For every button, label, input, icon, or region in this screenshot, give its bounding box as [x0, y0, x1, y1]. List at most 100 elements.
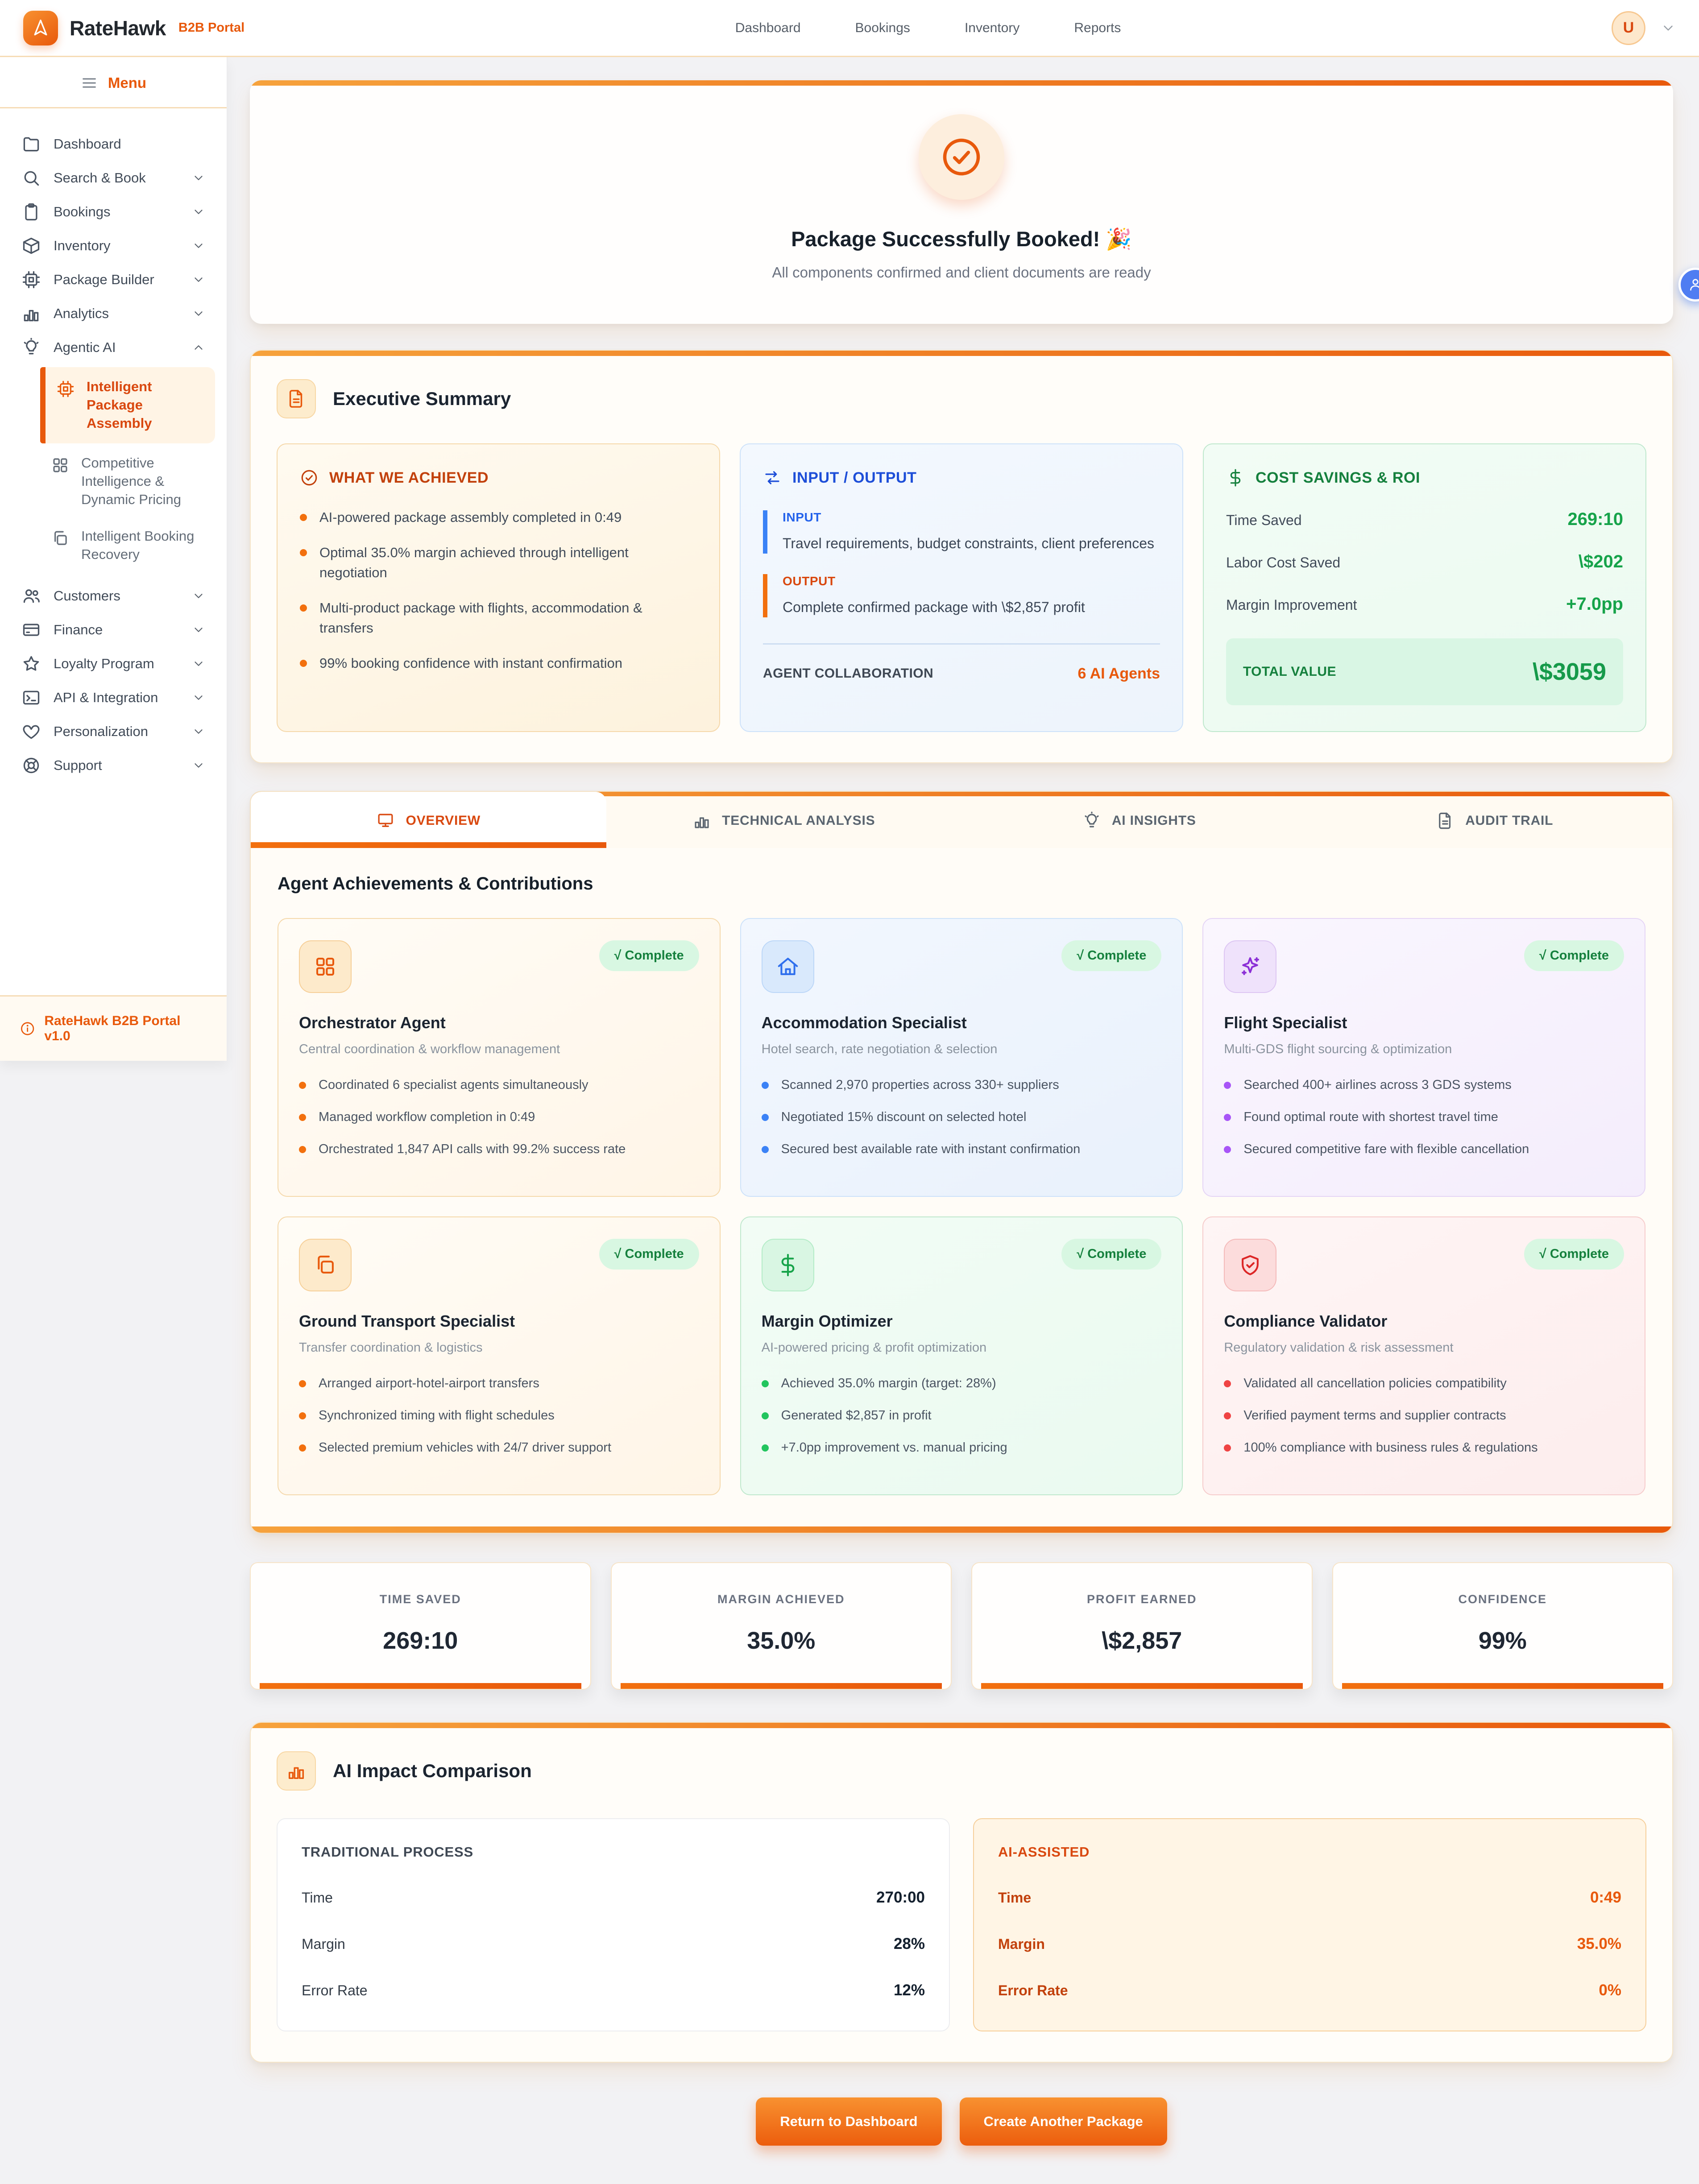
tab-label: OVERVIEW [406, 813, 481, 828]
tab-audit-trail[interactable]: AUDIT TRAIL [1317, 792, 1673, 848]
savings-value: 269:10 [1567, 509, 1623, 529]
bar-chart-icon [21, 304, 41, 323]
input-label: INPUT [783, 510, 1160, 525]
bullet-dot [762, 1082, 769, 1089]
impact-row-label: Time [302, 1890, 333, 1906]
achievements-list: AI-powered package assembly completed in… [300, 508, 697, 674]
sidebar-item-label: Analytics [54, 306, 179, 322]
dollar-icon [776, 1253, 800, 1277]
dollar-icon [1226, 468, 1245, 487]
metric-label: MARGIN ACHIEVED [621, 1592, 942, 1606]
metric-label: CONFIDENCE [1342, 1592, 1664, 1606]
savings-label: Margin Improvement [1226, 597, 1357, 613]
agent-title: Accommodation Specialist [762, 1013, 1162, 1032]
executive-summary-section: Executive Summary WHAT WE ACHIEVED AI-po… [250, 350, 1673, 763]
sparkles-icon [1238, 955, 1262, 979]
sidebar-item-label: Package Builder [54, 272, 179, 288]
ai-impact-section: AI Impact Comparison TRADITIONAL PROCESS… [250, 1722, 1673, 2063]
nav-item-dashboard[interactable]: Dashboard [735, 21, 801, 36]
return-to-dashboard-button[interactable]: Return to Dashboard [756, 2097, 941, 2146]
sidebar-item-loyalty-program[interactable]: Loyalty Program [12, 647, 215, 681]
metrics-row: TIME SAVED269:10MARGIN ACHIEVED35.0%PROF… [250, 1562, 1673, 1690]
nav-item-bookings[interactable]: Bookings [855, 21, 910, 36]
agent-bullet-text: Arranged airport-hotel-airport transfers [319, 1374, 539, 1393]
bullet-dot [1224, 1444, 1231, 1452]
agent-bullet-item: Found optimal route with shortest travel… [1224, 1108, 1624, 1126]
sidebar-item-intelligent-package-assembly[interactable]: Intelligent Package Assembly [40, 367, 215, 443]
achievement-text: Multi-product package with flights, acco… [319, 598, 697, 638]
agent-subtitle: Central coordination & workflow manageme… [299, 1042, 699, 1057]
complete-badge: √ Complete [1061, 940, 1161, 971]
avatar[interactable]: U [1612, 11, 1645, 45]
impact-row-time: Time270:00 [302, 1889, 925, 1907]
impact-row-label: Error Rate [998, 1982, 1068, 1999]
heart-icon [21, 722, 41, 741]
logo-icon [31, 18, 50, 38]
input-text: Travel requirements, budget constraints,… [783, 534, 1160, 554]
sidebar-menu-label: Menu [108, 74, 146, 91]
user-menu[interactable]: U [1612, 11, 1676, 45]
tab-overview[interactable]: OVERVIEW [251, 792, 606, 848]
create-another-package-button[interactable]: Create Another Package [960, 2097, 1167, 2146]
traditional-process-card: TRADITIONAL PROCESS Time270:00Margin28%E… [277, 1818, 950, 2031]
metric-label: PROFIT EARNED [981, 1592, 1303, 1606]
app-root: RateHawk B2B Portal Dashboard Bookings Inv… [0, 0, 1699, 2184]
nav-item-reports[interactable]: Reports [1074, 21, 1121, 36]
sidebar-item-label: Intelligent Booking Recovery [81, 527, 204, 564]
pages-icon [313, 1253, 337, 1277]
sidebar-submenu-agentic-ai: Intelligent Package AssemblyCompetitive … [12, 364, 215, 579]
impact-row-label: Error Rate [302, 1982, 368, 1999]
sidebar-item-finance[interactable]: Finance [12, 613, 215, 647]
nav-item-inventory[interactable]: Inventory [965, 21, 1019, 36]
check-circle-icon [939, 135, 984, 179]
sidebar-item-personalization[interactable]: Personalization [12, 715, 215, 749]
agent-card-head: √ Complete [299, 1239, 699, 1291]
impact-row-value: 28% [894, 1935, 925, 1953]
sidebar-item-competitive-intelligence-dynamic-pricing[interactable]: Competitive Intelligence & Dynamic Prici… [40, 446, 215, 517]
metric-card-margin-achieved: MARGIN ACHIEVED35.0% [611, 1562, 952, 1690]
tab-technical-analysis[interactable]: TECHNICAL ANALYSIS [606, 792, 962, 848]
impact-row-value: 0% [1599, 1981, 1621, 1999]
tab-label: AUDIT TRAIL [1465, 813, 1553, 828]
input-block: INPUT Travel requirements, budget constr… [763, 510, 1160, 554]
output-text: Complete confirmed package with \$2,857 … [783, 597, 1160, 617]
sidebar-menu-toggle[interactable]: Menu [0, 57, 227, 108]
savings-row-labor-cost-saved: Labor Cost Saved\$202 [1226, 552, 1623, 572]
ai-assisted-rows: Time0:49Margin35.0%Error Rate0% [998, 1889, 1621, 1999]
sidebar-item-support[interactable]: Support [12, 749, 215, 782]
sidebar-item-label: Bookings [54, 204, 179, 220]
sidebar-item-package-builder[interactable]: Package Builder [12, 263, 215, 297]
metric-bottom-accent [260, 1683, 581, 1689]
sidebar-item-analytics[interactable]: Analytics [12, 297, 215, 331]
agent-bullets: Achieved 35.0% margin (target: 28%)Gener… [762, 1374, 1162, 1457]
brand[interactable]: RateHawk B2B Portal [23, 11, 244, 46]
sidebar-item-inventory[interactable]: Inventory [12, 229, 215, 263]
bullet-dot [762, 1444, 769, 1452]
metric-label: TIME SAVED [260, 1592, 581, 1606]
check-circle-icon [300, 468, 319, 487]
sidebar-item-search-book[interactable]: Search & Book [12, 161, 215, 195]
executive-top-accent [251, 351, 1672, 356]
lightbulb-icon [21, 338, 41, 357]
agent-chip [299, 1239, 352, 1291]
sidebar-item-dashboard[interactable]: Dashboard [12, 127, 215, 161]
sidebar-item-api-integration[interactable]: API & Integration [12, 681, 215, 715]
cpu-icon [56, 380, 75, 398]
sidebar-item-bookings[interactable]: Bookings [12, 195, 215, 229]
agent-title: Margin Optimizer [762, 1312, 1162, 1331]
sidebar-item-customers[interactable]: Customers [12, 579, 215, 613]
chevron-down-icon [192, 205, 205, 219]
agent-subtitle: Regulatory validation & risk assessment [1224, 1340, 1624, 1355]
sidebar-item-agentic-ai[interactable]: Agentic AI [12, 331, 215, 364]
agent-bullet-text: Synchronized timing with flight schedule… [319, 1406, 555, 1425]
agent-bullet-text: Secured competitive fare with flexible c… [1243, 1140, 1529, 1158]
tab-ai-insights[interactable]: AI INSIGHTS [961, 792, 1317, 848]
agent-title: Compliance Validator [1224, 1312, 1624, 1331]
savings-row-margin-improvement: Margin Improvement+7.0pp [1226, 594, 1623, 614]
bullet-dot [299, 1082, 306, 1089]
sidebar-item-intelligent-booking-recovery[interactable]: Intelligent Booking Recovery [40, 519, 215, 572]
agent-card-head: √ Complete [762, 940, 1162, 993]
agent-bullet-text: Managed workflow completion in 0:49 [319, 1108, 535, 1126]
impact-top-accent [251, 1723, 1672, 1728]
agent-card-head: √ Complete [1224, 1239, 1624, 1291]
